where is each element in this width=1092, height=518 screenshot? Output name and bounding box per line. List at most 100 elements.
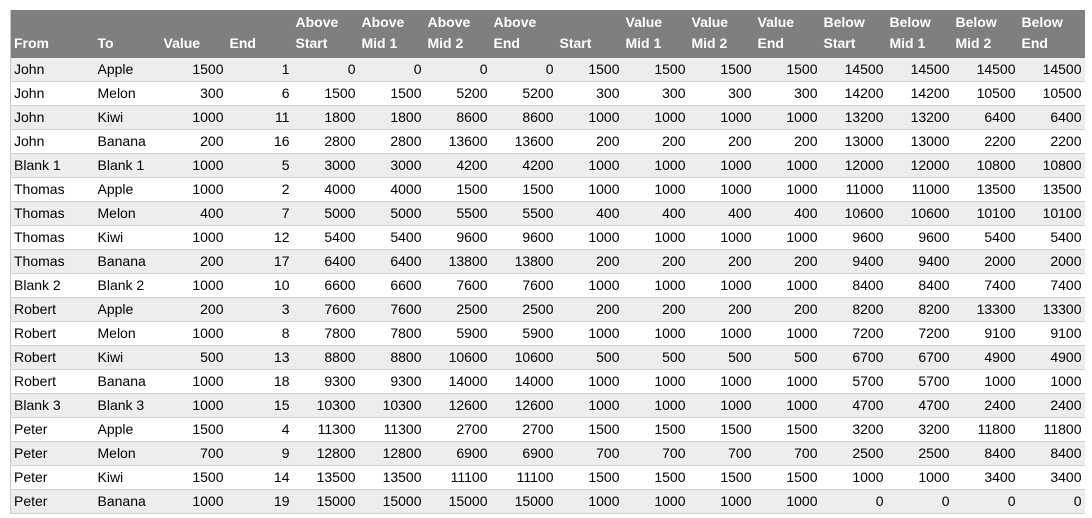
table-cell[interactable]: 2200 [952,129,1019,154]
table-cell[interactable]: 10 [226,273,293,298]
table-cell[interactable]: 5000 [358,201,425,226]
table-cell[interactable]: 1500 [424,177,491,202]
table-cell[interactable]: 7400 [1018,273,1085,298]
table-cell[interactable]: 1000 [622,105,689,130]
column-header[interactable]: Above End [490,10,557,58]
table-cell[interactable]: 7800 [292,321,359,346]
table-cell[interactable]: 2500 [490,297,557,322]
table-cell[interactable]: 13200 [820,105,887,130]
table-cell[interactable]: 700 [622,441,689,466]
table-cell[interactable]: 400 [556,201,623,226]
table-cell[interactable]: 1000 [556,153,623,178]
table-cell[interactable]: John [10,58,95,82]
table-cell[interactable]: 5900 [490,321,557,346]
table-cell[interactable]: 0 [490,58,557,82]
table-cell[interactable]: Robert [10,321,95,346]
table-cell[interactable]: Robert [10,297,95,322]
table-cell[interactable]: 10600 [490,345,557,370]
table-cell[interactable]: 4000 [292,177,359,202]
table-cell[interactable]: 1000 [160,105,227,130]
table-cell[interactable]: 200 [688,129,755,154]
table-cell[interactable]: 0 [952,489,1019,514]
table-cell[interactable]: Banana [94,129,161,154]
table-cell[interactable]: Thomas [10,201,95,226]
table-cell[interactable]: 1000 [160,369,227,394]
table-cell[interactable]: 7200 [886,321,953,346]
table-cell[interactable]: 14200 [820,81,887,106]
table-cell[interactable]: 5500 [424,201,491,226]
table-cell[interactable]: 10800 [952,153,1019,178]
table-cell[interactable]: 700 [754,441,821,466]
table-cell[interactable]: 10600 [424,345,491,370]
table-cell[interactable]: Banana [94,249,161,274]
table-cell[interactable]: 9400 [886,249,953,274]
table-cell[interactable]: 13500 [952,177,1019,202]
table-cell[interactable]: 3400 [1018,465,1085,490]
table-cell[interactable]: 5200 [490,81,557,106]
table-cell[interactable]: 5400 [1018,225,1085,250]
table-cell[interactable]: 8600 [490,105,557,130]
table-cell[interactable]: 1500 [622,58,689,82]
table-cell[interactable]: 13500 [292,465,359,490]
table-cell[interactable]: 1000 [754,273,821,298]
table-cell[interactable]: John [10,105,95,130]
table-cell[interactable]: 1000 [556,321,623,346]
table-cell[interactable]: 13300 [952,297,1019,322]
table-cell[interactable]: 1000 [556,369,623,394]
table-cell[interactable]: 10100 [1018,201,1085,226]
table-cell[interactable]: 200 [754,297,821,322]
table-cell[interactable]: 9600 [820,225,887,250]
table-cell[interactable]: 3000 [358,153,425,178]
table-cell[interactable]: 5400 [952,225,1019,250]
table-cell[interactable]: 400 [688,201,755,226]
table-cell[interactable]: 4700 [820,393,887,418]
table-cell[interactable]: 200 [754,249,821,274]
table-cell[interactable]: Peter [10,441,95,466]
table-cell[interactable]: 400 [754,201,821,226]
table-cell[interactable]: 700 [556,441,623,466]
table-cell[interactable]: 14500 [820,58,887,82]
table-cell[interactable]: 17 [226,249,293,274]
table-cell[interactable]: John [10,81,95,106]
table-cell[interactable]: 9600 [490,225,557,250]
table-cell[interactable]: 1000 [160,321,227,346]
table-cell[interactable]: 5400 [358,225,425,250]
table-cell[interactable]: 13600 [490,129,557,154]
table-cell[interactable]: 1000 [160,225,227,250]
table-cell[interactable]: 1000 [688,393,755,418]
table-cell[interactable]: 12600 [424,393,491,418]
table-cell[interactable]: 1000 [688,369,755,394]
table-cell[interactable]: Melon [94,321,161,346]
table-cell[interactable]: 2700 [424,417,491,442]
table-cell[interactable]: 9400 [820,249,887,274]
table-cell[interactable]: Blank 1 [94,153,161,178]
table-cell[interactable]: 12800 [292,441,359,466]
table-cell[interactable]: 1000 [754,489,821,514]
table-cell[interactable]: 13200 [886,105,953,130]
table-cell[interactable]: 6400 [358,249,425,274]
table-cell[interactable]: 1000 [688,105,755,130]
table-cell[interactable]: Blank 2 [10,273,95,298]
table-cell[interactable]: 6600 [358,273,425,298]
table-cell[interactable]: 13800 [490,249,557,274]
table-cell[interactable]: 2000 [1018,249,1085,274]
table-cell[interactable]: 1000 [754,321,821,346]
table-cell[interactable]: 6900 [424,441,491,466]
table-cell[interactable]: 1000 [688,489,755,514]
table-cell[interactable]: 14500 [952,58,1019,82]
table-cell[interactable]: 4700 [886,393,953,418]
table-cell[interactable]: 14000 [490,369,557,394]
table-cell[interactable]: 10800 [1018,153,1085,178]
table-cell[interactable]: 8 [226,321,293,346]
table-cell[interactable]: 10500 [1018,81,1085,106]
table-cell[interactable]: 1000 [160,177,227,202]
table-cell[interactable]: 9600 [424,225,491,250]
table-cell[interactable]: 6700 [886,345,953,370]
table-cell[interactable]: 11300 [358,417,425,442]
table-cell[interactable]: 5700 [886,369,953,394]
table-cell[interactable]: 14000 [424,369,491,394]
table-cell[interactable]: 7600 [292,297,359,322]
table-cell[interactable]: 1000 [556,105,623,130]
table-cell[interactable]: 1500 [160,465,227,490]
column-header[interactable]: Value Mid 2 [688,10,755,58]
